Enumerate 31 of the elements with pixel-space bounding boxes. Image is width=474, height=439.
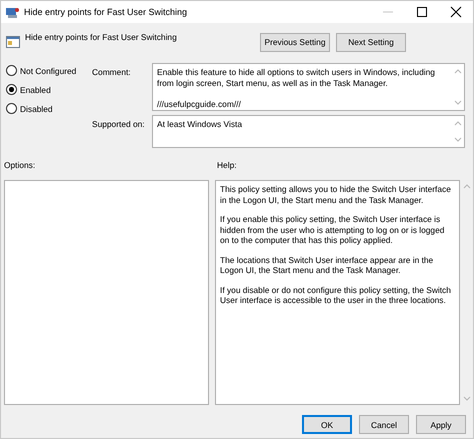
supported-on-field: At least Windows Vista xyxy=(152,115,465,148)
comment-label: Comment: xyxy=(92,66,132,79)
policy-icon xyxy=(6,36,20,48)
nav-button[interactable]: Previous Setting xyxy=(260,32,330,52)
options-label: Options: xyxy=(4,160,36,170)
window-title: Hide entry points for Fast User Switching xyxy=(24,7,188,17)
help-paragraph: The locations that Switch User interface appear are in the Logon UI, the Start menu and the Task Manager. xyxy=(220,254,434,276)
radio-label[interactable]: Not Configured xyxy=(20,66,76,76)
scroll-up-icon[interactable] xyxy=(453,119,463,128)
dialog-button[interactable]: Apply xyxy=(416,415,466,434)
radio-button[interactable] xyxy=(6,65,17,76)
comment-field[interactable]: Enable this feature to hide all options to switch users in Windows, including from login screen, Start menu, as well as in the Task Manager. ///usefulpcguide.com/// xyxy=(152,63,465,111)
radio-button[interactable] xyxy=(6,103,17,114)
help-paragraph: If you disable or do not configure this policy setting, the Switch User interface is accessible to the user in the three locations. xyxy=(220,284,452,306)
scroll-up-icon[interactable] xyxy=(462,182,472,191)
dialog-button[interactable]: Cancel xyxy=(359,415,409,434)
radio-label[interactable]: Disabled xyxy=(20,104,53,114)
scroll-up-icon[interactable] xyxy=(453,67,463,76)
help-paragraph: This policy setting allows you to hide the Switch User interface in the Logon UI, the Start menu and the Task Manager. xyxy=(220,184,452,205)
radio-button[interactable] xyxy=(6,84,17,95)
supported-on-label: Supported on: xyxy=(92,118,146,131)
nav-button[interactable]: Next Setting xyxy=(336,32,406,52)
help-paragraph: If you enable this policy setting, the Switch User interface is hidden from the user who is attempting to log on or is logged on to the computer that has this policy applied. xyxy=(220,214,446,246)
scroll-down-icon[interactable] xyxy=(453,98,463,107)
app-icon xyxy=(6,6,19,18)
scroll-down-icon[interactable] xyxy=(462,394,472,403)
scroll-down-icon[interactable] xyxy=(453,135,463,144)
help-label: Help: xyxy=(217,160,237,170)
radio-label[interactable]: Enabled xyxy=(20,84,51,94)
policy-title: Hide entry points for Fast User Switching xyxy=(25,32,178,42)
dialog-button[interactable]: OK xyxy=(302,415,352,434)
